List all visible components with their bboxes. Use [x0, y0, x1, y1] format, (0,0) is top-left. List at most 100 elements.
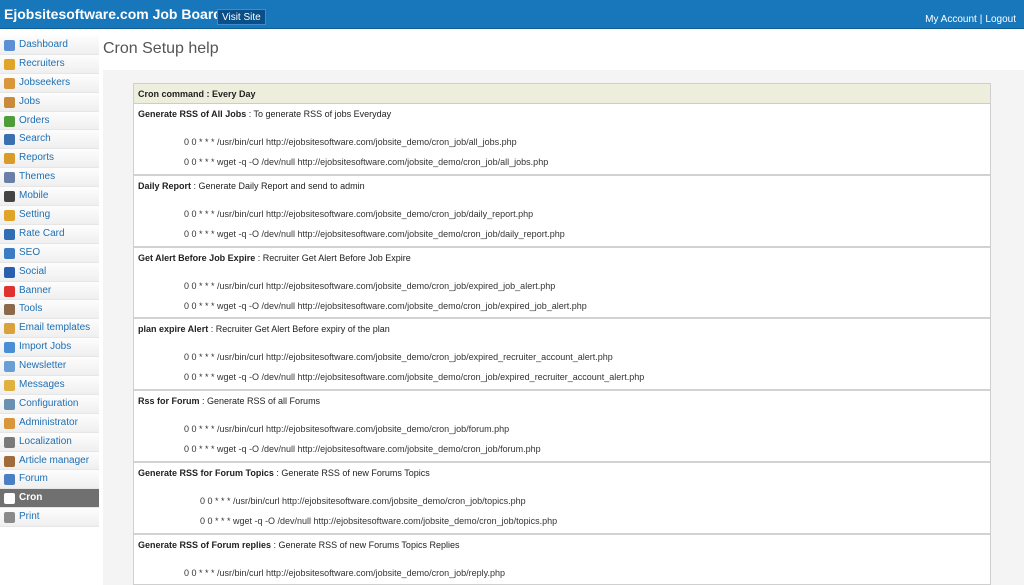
sidebar-item-label: Themes — [19, 171, 56, 183]
gear-icon — [4, 210, 15, 222]
sidebar-item-seo[interactable]: SEO — [0, 243, 99, 263]
account-links: My Account | Logout — [925, 14, 1016, 25]
jobseekers-icon — [4, 77, 15, 89]
sidebar-item-label: Administrator — [19, 416, 78, 428]
cron-job-title: Daily Report : Generate Daily Report and… — [138, 181, 365, 191]
cron-curl-command: 0 0 * * * /usr/bin/curl http://ejobsites… — [184, 208, 534, 219]
sidebar-item-label: Orders — [19, 114, 50, 126]
page-title: Cron Setup help — [103, 40, 219, 57]
cron-job-row: Daily Report : Generate Daily Report and… — [134, 176, 990, 248]
seo-icon — [4, 247, 15, 259]
sidebar-item-label: Banner — [19, 284, 52, 296]
search-icon — [4, 134, 15, 146]
social-icon — [4, 266, 15, 278]
cron-job-title: Get Alert Before Job Expire : Recruiter … — [138, 253, 411, 263]
top-bar: Ejobsitesoftware.com Job Board Visit Sit… — [0, 0, 1024, 29]
sidebar-item-jobs[interactable]: Jobs — [0, 92, 99, 112]
cron-job-row: Generate RSS for Forum Topics : Generate… — [134, 463, 990, 535]
sidebar-item-label: Newsletter — [19, 360, 67, 372]
sidebar-item-configuration[interactable]: Configuration — [0, 394, 99, 414]
cron-wget-command: 0 0 * * * wget -q -O /dev/null http://ej… — [184, 300, 587, 311]
sidebar-item-administrator[interactable]: Administrator — [0, 413, 99, 433]
cron-table: Cron command : Every Day Generate RSS of… — [133, 83, 991, 585]
my-account-link[interactable]: My Account — [925, 14, 977, 25]
sidebar-item-print[interactable]: Print — [0, 508, 99, 528]
configuration-icon — [4, 398, 15, 410]
sidebar-item-localization[interactable]: Localization — [0, 432, 99, 452]
cron-job-description: : Generate RSS of new Forums Topics Repl… — [271, 539, 460, 550]
sidebar-item-dashboard[interactable]: Dashboard — [0, 36, 99, 55]
cron-job-row: Generate RSS of Forum replies : Generate… — [134, 535, 990, 584]
newsletter-icon — [4, 361, 15, 373]
cron-wget-command: 0 0 * * * wget -q -O /dev/null http://ej… — [184, 444, 541, 455]
sidebar-item-jobseekers[interactable]: Jobseekers — [0, 73, 99, 93]
sidebar-item-import-jobs[interactable]: Import Jobs — [0, 338, 99, 358]
import-icon — [4, 342, 15, 354]
sidebar-item-label: Social — [19, 265, 47, 277]
visit-site-button[interactable]: Visit Site — [217, 9, 266, 25]
tools-icon — [4, 304, 15, 316]
localization-icon — [4, 436, 15, 448]
email-icon — [4, 323, 15, 335]
sidebar-item-label: Recruiters — [19, 57, 65, 69]
sidebar-item-label: Messages — [19, 379, 65, 391]
cron-curl-command: 0 0 * * * /usr/bin/curl http://ejobsites… — [184, 137, 517, 147]
cron-wget-command: 0 0 * * * wget -q -O /dev/null http://ej… — [184, 372, 645, 383]
logout-link[interactable]: Logout — [985, 14, 1016, 25]
sidebar-item-label: Import Jobs — [19, 341, 72, 353]
forum-icon — [4, 474, 15, 486]
sidebar-item-forum[interactable]: Forum — [0, 470, 99, 490]
sidebar-item-email-templates[interactable]: Email templates — [0, 319, 99, 339]
cron-job-list: Generate RSS of All Jobs : To generate R… — [134, 104, 990, 584]
print-icon — [4, 512, 15, 524]
orders-icon — [4, 115, 15, 127]
sidebar-item-label: Reports — [19, 152, 55, 164]
sidebar-item-label: Rate Card — [19, 227, 65, 239]
cron-job-description: : Generate RSS of new Forums Topics — [273, 467, 430, 478]
cron-job-description: : Recruiter Get Alert Before expiry of t… — [208, 324, 390, 335]
cron-job-name: Generate RSS for Forum Topics — [138, 467, 274, 478]
cron-job-name: Daily Report — [138, 180, 192, 191]
sidebar-item-mobile[interactable]: Mobile — [0, 187, 99, 207]
sidebar-item-messages[interactable]: Messages — [0, 376, 99, 395]
sidebar-item-label: Setting — [19, 209, 51, 221]
cron-job-name: Rss for Forum — [138, 396, 200, 407]
cron-wget-command: 0 0 * * * wget -q -O /dev/null http://ej… — [184, 157, 549, 167]
sidebar-item-label: Jobs — [19, 95, 41, 107]
brand-title: Ejobsitesoftware.com Job Board — [4, 6, 222, 22]
sidebar-item-label: Search — [19, 133, 51, 145]
clock-icon — [4, 493, 15, 505]
mobile-icon — [4, 191, 15, 203]
sidebar-item-label: Localization — [19, 435, 72, 447]
cron-curl-command: 0 0 * * * /usr/bin/curl http://ejobsites… — [184, 280, 556, 291]
sidebar-item-label: Cron — [19, 492, 43, 504]
sidebar-item-label: Jobseekers — [19, 76, 71, 88]
sidebar-item-setting[interactable]: Setting — [0, 206, 99, 225]
sidebar-item-newsletter[interactable]: Newsletter — [0, 357, 99, 377]
sidebar-item-social[interactable]: Social — [0, 262, 99, 282]
cron-table-header: Cron command : Every Day — [134, 84, 990, 104]
sidebar-item-label: Dashboard — [19, 39, 68, 50]
sidebar-item-search[interactable]: Search — [0, 130, 99, 150]
sidebar-item-tools[interactable]: Tools — [0, 300, 99, 320]
sidebar-item-recruiters[interactable]: Recruiters — [0, 54, 99, 74]
sidebar-item-label: Configuration — [19, 397, 79, 409]
sidebar-item-rate-card[interactable]: Rate Card — [0, 224, 99, 244]
sidebar-item-cron[interactable]: Cron — [0, 489, 99, 509]
sidebar-item-label: Mobile — [19, 190, 49, 202]
sidebar-item-orders[interactable]: Orders — [0, 111, 99, 131]
sidebar-item-label: Email templates — [19, 322, 91, 334]
recruiter-icon — [4, 58, 15, 70]
sidebar-item-banner[interactable]: Banner — [0, 281, 99, 301]
banner-icon — [4, 285, 15, 297]
sidebar-item-reports[interactable]: Reports — [0, 149, 99, 169]
sidebar-item-article-manager[interactable]: Article manager — [0, 451, 99, 471]
cron-wget-command: 0 0 * * * wget -q -O /dev/null http://ej… — [200, 515, 558, 526]
sidebar-nav: Dashboard Recruiters Jobseekers Jobs Orders S… — [0, 36, 99, 528]
cron-job-description: : Generate RSS of all Forums — [199, 396, 321, 407]
sidebar-item-label: Tools — [19, 303, 43, 315]
cron-job-row: Rss for Forum : Generate RSS of all Foru… — [134, 391, 990, 463]
administrator-icon — [4, 417, 15, 429]
cron-job-description: : Recruiter Get Alert Before Job Expire — [255, 252, 411, 263]
sidebar-item-themes[interactable]: Themes — [0, 168, 99, 188]
